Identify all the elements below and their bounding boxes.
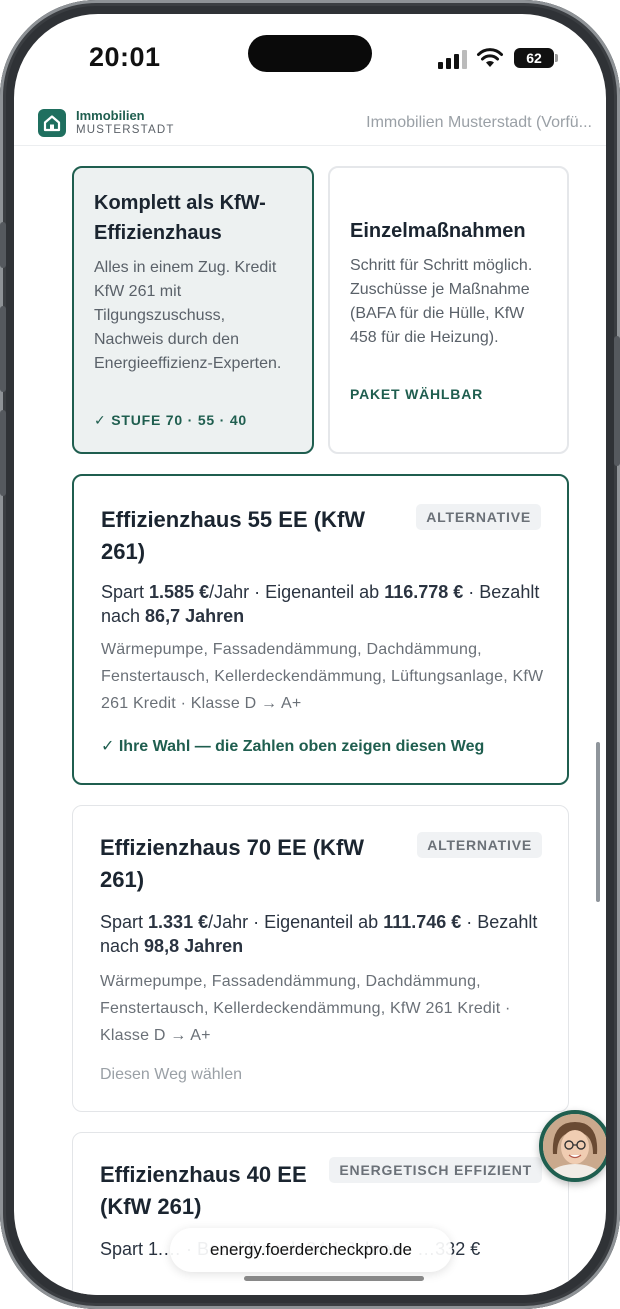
route-card-eh70[interactable]: Effizienzhaus 70 EE (KfW 261) ALTERNATIV…: [72, 805, 569, 1112]
volume-down-button: [0, 410, 6, 496]
option-description: Alles in einem Zug. Kredit KfW 261 mit T…: [94, 259, 282, 372]
option-description: Schritt für Schritt möglich. Zuschüsse j…: [350, 257, 533, 346]
option-tag: PAKET WÄHLBAR: [350, 386, 484, 402]
route-measures: Wärmepumpe, Fassadendämmung, Dachdämmung…: [100, 973, 511, 1044]
choose-route-button[interactable]: Diesen Weg wählen: [100, 1066, 242, 1084]
route-title: Effizienzhaus 55 EE (KfW 261): [101, 507, 366, 564]
mute-switch: [0, 222, 6, 268]
route-measures: Wärmepumpe, Fassadendämmung, Dachdämmung…: [101, 641, 544, 712]
route-title: Effizienzhaus 40 EE (KfW 261): [100, 1162, 307, 1219]
logo-subtitle: MUSTERSTADT: [76, 124, 175, 136]
route-stats: Spart 1.585 €/Jahr · Eigenanteil ab 116.…: [101, 582, 540, 626]
wifi-icon: [477, 48, 503, 67]
screen: 20:01 62 Immobilien MUSTERSTADT Immobili…: [14, 14, 606, 1295]
route-badge: ALTERNATIVE: [416, 504, 541, 530]
page-title: Immobilien Musterstadt (Vorfü...: [366, 114, 592, 131]
route-badge: ENERGETISCH EFFIZIENT: [329, 1157, 542, 1183]
route-title: Effizienzhaus 70 EE (KfW 261): [100, 835, 365, 892]
site-header: Immobilien MUSTERSTADT Immobilien Muster…: [14, 102, 606, 146]
power-button: [614, 336, 620, 466]
home-indicator[interactable]: [244, 1276, 424, 1281]
status-time: 20:01: [89, 42, 161, 72]
route-badge: ALTERNATIVE: [417, 832, 542, 858]
volume-up-button: [0, 306, 6, 392]
option-title: Komplett als KfW-Effizienzhaus: [94, 192, 266, 244]
scrollbar[interactable]: [596, 742, 600, 902]
logo-name: Immobilien: [76, 108, 145, 123]
route-card-eh55[interactable]: Effizienzhaus 55 EE (KfW 261) ALTERNATIV…: [72, 474, 569, 785]
option-title: Einzelmaßnahmen: [350, 220, 526, 242]
option-card-einzelmassnahmen[interactable]: Einzelmaßnahmen Schritt für Schritt mögl…: [328, 166, 569, 454]
dynamic-island: [248, 35, 372, 72]
option-card-kfw-effizienzhaus[interactable]: Komplett als KfW-Effizienzhaus Alles in …: [72, 166, 314, 454]
route-stats: Spart 1.331 €/Jahr · Eigenanteil ab 111.…: [100, 912, 538, 956]
cellular-signal-icon: [438, 50, 467, 69]
option-tag: ✓ STUFE 70 · 55 · 40: [94, 412, 247, 428]
home-logo-icon[interactable]: [38, 109, 66, 137]
route-selected-label: ✓ Ihre Wahl — die Zahlen oben zeigen die…: [101, 738, 485, 755]
advisor-avatar[interactable]: [539, 1110, 606, 1182]
battery-indicator: 62: [514, 48, 554, 68]
browser-url-bar[interactable]: energy.foerdercheckpro.de: [170, 1228, 452, 1272]
battery-tip: [555, 54, 558, 62]
